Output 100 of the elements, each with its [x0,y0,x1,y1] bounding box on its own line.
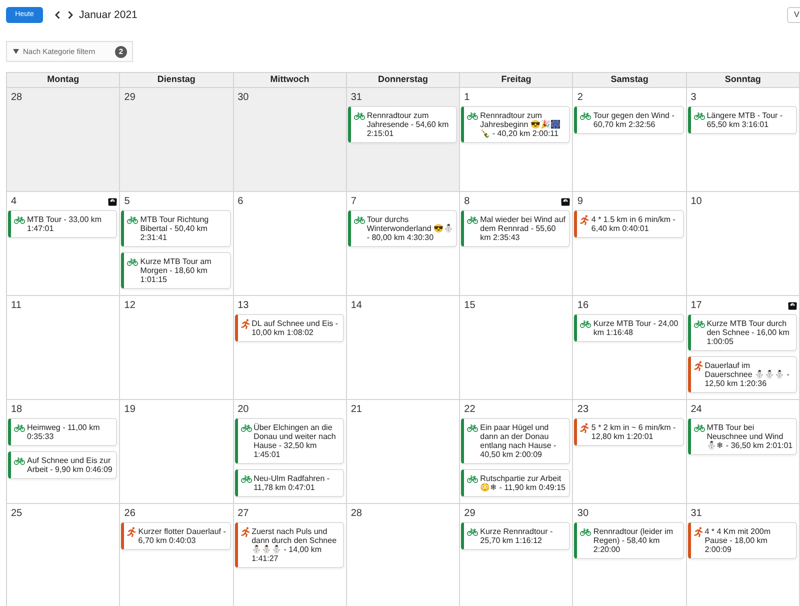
bicycle-icon [354,112,365,120]
event-card[interactable]: Rennradtour zum Jahresbeginn 😎🎉🎆🍾 - 40,20 km 2:00:11 [461,106,570,143]
day-number: 14 [350,300,362,312]
bicycle-icon [694,320,705,328]
event-card[interactable]: Kurze Rennradtour - 25,70 km 1:16:12 [461,522,570,550]
event-card[interactable]: Kurzer flotter Dauerlauf - 6,70 km 0:40:03 [121,522,231,550]
event-card[interactable]: Über Elchingen an die Donau und weiter nach Hause - 32,50 km 1:45:01 [234,418,344,464]
weekday-header: Freitag [460,73,574,88]
day-number: 9 [577,196,583,208]
event-card[interactable]: Auf Schnee und Eis zur Arbeit - 9,90 km 0:46:09 [8,451,118,479]
day-number: 26 [124,508,136,520]
day-number: 22 [464,404,476,416]
day-number: 5 [124,196,130,208]
running-person-icon [240,319,250,329]
bicycle-icon [467,112,478,120]
weekday-header: Dienstag [120,73,234,88]
day-number: 21 [350,404,362,416]
chevron-left-icon[interactable] [55,11,60,19]
event-card[interactable]: Tour durchs Winterwonderland 😎⛄ - 80,00 km 4:30:30 [348,210,458,247]
weekday-header: Montag [7,73,120,88]
day-number: 30 [238,92,249,104]
day-number: 10 [690,196,702,208]
bicycle-icon [14,216,25,224]
month-title: Januar 2021 [79,8,138,22]
day-number: 2 [577,92,583,104]
day-number: 31 [690,508,702,520]
bicycle-icon [694,424,705,432]
day-number: 12 [124,300,136,312]
event-card[interactable]: Dauerlauf im Dauerschnee ⛄⛄⛄ - 12,50 km 1:20:36 [688,356,797,393]
bicycle-icon [127,216,138,224]
caret-down-icon [13,49,19,54]
event-card[interactable]: MTB Tour - 33,00 km 1:47:01 [8,210,118,238]
bicycle-icon [14,456,25,464]
bicycle-icon [467,528,478,536]
day-number: 29 [464,508,476,520]
bicycle-icon [127,258,138,266]
bicycle-icon [580,112,592,120]
bicycle-icon [467,424,478,432]
weekday-header: Samstag [573,73,687,88]
event-card[interactable]: Zuerst nach Puls und dann durch den Schnee ⛄⛄⛄ - 14,00 km 1:41:27 [234,522,344,568]
event-card[interactable]: Kurze MTB Tour am Morgen - 18,60 km 1:01:15 [121,252,231,289]
day-number: 29 [124,92,136,104]
event-card[interactable]: Mal wieder bei Wind auf dem Rennrad - 55,60 km 2:35:43 [461,210,570,247]
running-person-icon [580,423,590,433]
event-card[interactable]: Rennradtour (leider im Regen) - 58,40 km 2:20:00 [574,522,684,559]
event-card[interactable]: Heimweg - 11,00 km 0:35:33 [8,418,118,446]
day-number: 4 [11,196,17,208]
event-card[interactable]: Ein paar Hügel und dann an der Donau entlang nach Hause - 40,50 km 2:00:09 [461,418,570,464]
weekday-header: Sonntag [686,73,800,88]
day-number: 20 [238,404,249,416]
bicycle-icon [14,424,25,432]
day-number: 7 [350,196,356,208]
event-card[interactable]: Rutschpartie zur Arbeit 😳❄ - 11,90 km 0:49:15 [461,469,570,497]
event-card[interactable]: Kurze MTB Tour durch den Schnee - 16,00 km 1:00:05 [688,314,797,351]
bicycle-icon [580,320,592,328]
bicycle-icon [694,112,705,120]
day-number: 15 [464,300,476,312]
weekday-header: Mittwoch [234,73,347,88]
day-number: 28 [11,92,22,104]
day-number: 23 [577,404,589,416]
day-number: 30 [577,508,589,520]
event-card[interactable]: Tour gegen den Wind - 60,70 km 2:32:56 [574,106,684,134]
day-number: 31 [350,92,362,104]
day-number: 19 [124,404,136,416]
day-number: 16 [577,300,589,312]
event-card[interactable]: MTB Tour Richtung Bibertal - 50,40 km 2:31:41 [121,210,231,247]
event-card[interactable]: Neu-Ulm Radfahren - 11,78 km 0:47:01 [234,469,344,497]
event-card[interactable]: Längere MTB - Tour - 65,50 km 3:16:01 [688,106,797,134]
weekday-header: Donnerstag [346,73,460,88]
day-number: 3 [690,92,696,104]
bicycle-icon [467,474,478,482]
running-person-icon [694,527,703,537]
day-number: 27 [238,508,249,520]
event-card[interactable]: Rennradtour zum Jahresende - 54,60 km 2:15:01 [348,106,458,143]
event-card[interactable]: Kurze MTB Tour - 24,00 km 1:16:48 [574,314,684,342]
day-number: 11 [11,300,22,312]
event-card[interactable]: 4 * 1.5 km in 6 min/km - 6,40 km 0:40:01 [574,210,684,238]
bicycle-icon [240,424,252,432]
bicycle-icon [240,474,252,482]
day-number: 17 [690,300,702,312]
running-person-icon [580,215,590,225]
day-number: 28 [350,508,362,520]
bicycle-icon [467,216,478,224]
day-number: 18 [11,404,22,416]
day-number: 1 [464,92,470,104]
day-number: 24 [690,404,702,416]
view-button[interactable]: V [787,7,800,23]
running-person-icon [127,527,136,537]
day-number: 6 [238,196,244,208]
running-person-icon [694,361,703,371]
event-card[interactable]: 5 * 2 km in ~ 6 min/km - 12,80 km 1:20:01 [574,418,684,446]
event-card[interactable]: DL auf Schnee und Eis - 10,00 km 1:08:02 [234,314,344,342]
event-card[interactable]: MTB Tour bei Neuschnee und Wind ⛄❄ - 36,50 km 2:01:01 [688,418,797,455]
day-number: 13 [238,300,249,312]
event-card[interactable]: 4 * 4 Km mit 200m Pause - 18,00 km 2:00:09 [688,522,797,559]
running-person-icon [240,527,250,537]
bicycle-icon [580,528,592,536]
bicycle-icon [354,216,365,224]
chevron-right-icon[interactable] [68,11,73,19]
day-number: 25 [11,508,22,520]
